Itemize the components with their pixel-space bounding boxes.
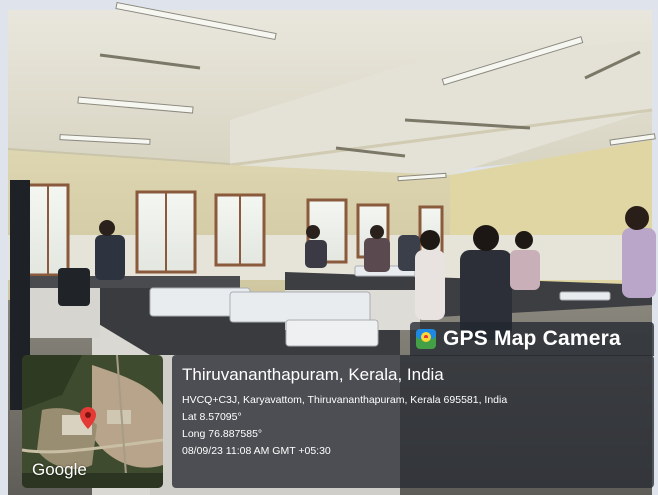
location-info-panel: Thiruvananthapuram, Kerala, India HVCQ+C… [172,355,654,488]
datetime: 08/09/23 11:08 AM GMT +05:30 [182,445,331,457]
photo-frame: GPS Map Camera Google Thiruvananthapuram… [0,0,658,495]
gps-map-camera-badge: GPS Map Camera [410,322,654,356]
place-title: Thiruvananthapuram, Kerala, India [182,365,444,384]
address: HVCQ+C3J, Karyavattom, Thiruvananthapura… [182,394,508,406]
brand-name: GPS Map Camera [443,327,621,350]
google-logo: Google [32,460,87,479]
map-pin-app-icon [416,329,436,349]
latitude: Lat 8.57095° [182,411,242,423]
map-thumbnail: Google [22,355,163,488]
location-pin-icon [80,407,96,429]
longitude: Long 76.887585° [182,428,263,440]
